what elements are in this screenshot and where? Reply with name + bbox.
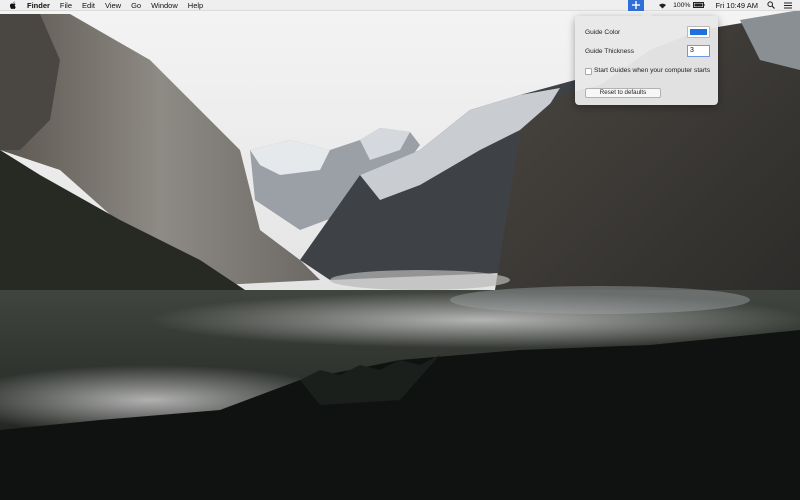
guides-crosshair-icon[interactable] [628, 0, 645, 11]
apple-logo-icon[interactable] [8, 0, 18, 10]
menu-app-name[interactable]: Finder [27, 0, 50, 11]
status-area: 100% Fri 10:49 AM [620, 0, 800, 11]
notification-center-icon[interactable] [784, 2, 792, 9]
guide-thickness-label: Guide Thickness [585, 48, 634, 55]
menu-go[interactable]: Go [131, 0, 141, 11]
menu-help[interactable]: Help [188, 0, 203, 11]
popover-arrow [641, 11, 653, 17]
battery-percent: 100% [673, 1, 691, 9]
menu-clock[interactable]: Fri 10:49 AM [715, 1, 758, 10]
start-at-login-checkbox[interactable] [585, 68, 592, 75]
start-at-login-label[interactable]: Start Guides when your computer starts [594, 67, 710, 74]
spotlight-search-icon[interactable] [767, 1, 775, 9]
menu-edit[interactable]: Edit [82, 0, 95, 11]
guide-color-swatch [690, 29, 707, 35]
guide-color-label: Guide Color [585, 29, 621, 36]
guide-color-well[interactable] [687, 26, 710, 38]
guides-settings-popover: Guide Color Guide Thickness 3 Start Guid… [575, 11, 718, 105]
wifi-icon[interactable] [658, 2, 667, 9]
menu-bar: Finder File Edit View Go Window Help 100… [0, 0, 800, 11]
battery-icon[interactable] [693, 2, 705, 8]
reset-defaults-button[interactable]: Reset to defaults [585, 88, 661, 98]
menu-window[interactable]: Window [151, 0, 178, 11]
menu-file[interactable]: File [60, 0, 72, 11]
menu-view[interactable]: View [105, 0, 121, 11]
guide-thickness-field[interactable]: 3 [687, 45, 710, 57]
